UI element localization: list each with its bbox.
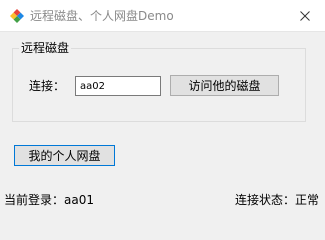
status-bar: 当前登录：aa01 连接状态：正常 xyxy=(0,189,325,211)
my-personal-disk-button[interactable]: 我的个人网盘 xyxy=(14,145,115,166)
title-bar[interactable]: 远程磁盘、个人网盘Demo xyxy=(0,0,325,32)
close-button[interactable] xyxy=(285,0,325,32)
connect-label: 连接： xyxy=(29,79,66,93)
current-login-status: 当前登录：aa01 xyxy=(4,192,94,208)
remote-disk-group-legend: 远程磁盘 xyxy=(19,40,72,56)
main-window: 远程磁盘、个人网盘Demo 远程磁盘 连接： 访问他的磁盘 我的个人网盘 当前登… xyxy=(0,0,325,211)
window-title: 远程磁盘、个人网盘Demo xyxy=(30,9,174,23)
connection-status-value: 正常 xyxy=(294,193,319,207)
connection-status: 连接状态：正常 xyxy=(235,192,319,208)
visit-his-disk-button[interactable]: 访问他的磁盘 xyxy=(170,75,279,96)
current-login-user: aa01 xyxy=(64,193,94,207)
connect-user-input[interactable] xyxy=(75,76,161,96)
current-login-label: 当前登录： xyxy=(4,193,65,207)
connection-status-label: 连接状态： xyxy=(234,193,295,207)
close-icon xyxy=(300,11,310,21)
diamond-app-icon xyxy=(10,9,24,23)
